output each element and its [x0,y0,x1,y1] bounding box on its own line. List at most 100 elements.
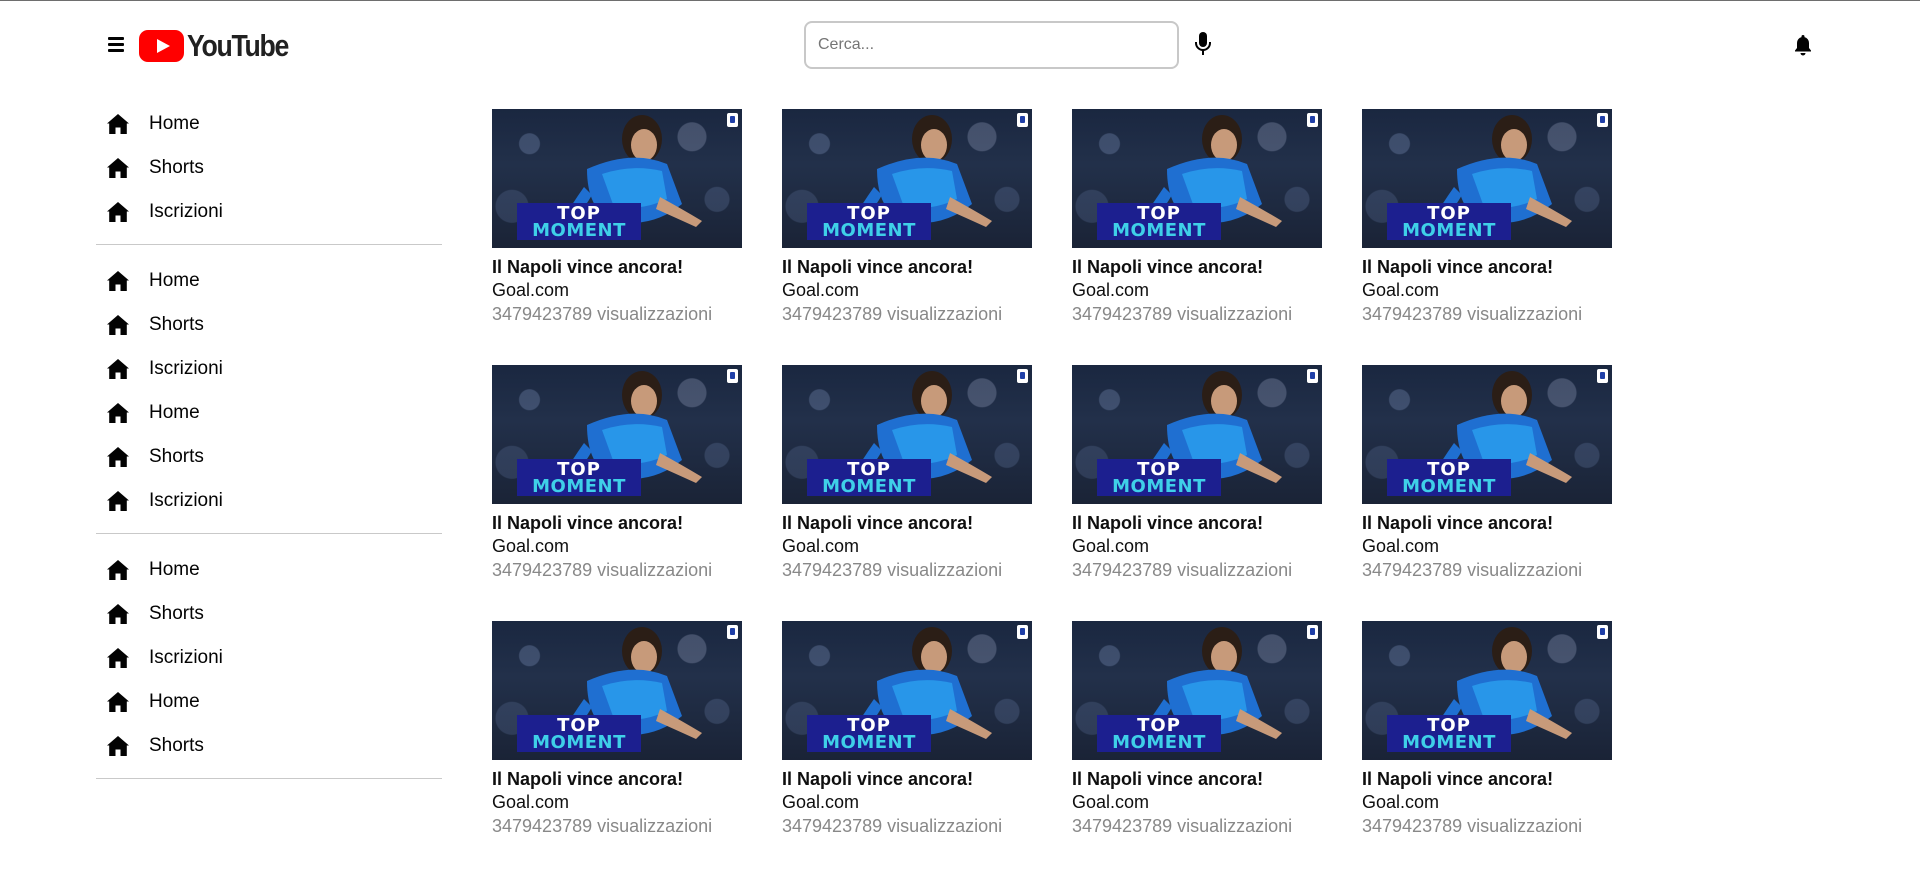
video-thumbnail[interactable]: TOP MOMENT [1362,365,1612,504]
video-card[interactable]: TOP MOMENT Il Napoli vince ancora! Goal.… [1362,109,1612,324]
sidebar-item-iscrizioni[interactable]: Iscrizioni [96,479,442,523]
video-card[interactable]: TOP MOMENT Il Napoli vince ancora! Goal.… [1362,621,1612,836]
home-icon [107,271,129,291]
video-title[interactable]: Il Napoli vince ancora! [782,512,1032,534]
video-thumbnail[interactable]: TOP MOMENT [1362,109,1612,248]
channel-name[interactable]: Goal.com [1362,534,1612,558]
channel-name[interactable]: Goal.com [1362,278,1612,302]
sidebar-item-shorts[interactable]: Shorts [96,303,442,347]
video-title[interactable]: Il Napoli vince ancora! [1072,256,1322,278]
sidebar-item-shorts[interactable]: Shorts [96,592,442,636]
microphone-icon[interactable] [1193,31,1213,57]
top-moment-badge: TOP MOMENT [517,203,641,240]
view-count: 3479423789 visualizzazioni [782,816,1003,836]
home-icon [107,359,129,379]
channel-name[interactable]: Goal.com [1072,278,1322,302]
video-title[interactable]: Il Napoli vince ancora! [1072,512,1322,534]
top-moment-badge: TOP MOMENT [807,715,931,752]
sidebar-item-home[interactable]: Home [96,259,442,303]
sidebar-item-iscrizioni[interactable]: Iscrizioni [96,636,442,680]
channel-name[interactable]: Goal.com [1362,790,1612,814]
video-thumbnail[interactable]: TOP MOMENT [1072,109,1322,248]
video-title[interactable]: Il Napoli vince ancora! [782,256,1032,278]
sidebar-item-label: Shorts [149,603,204,624]
sidebar-item-shorts[interactable]: Shorts [96,435,442,479]
video-thumbnail[interactable]: TOP MOMENT [492,621,742,760]
sidebar-item-home[interactable]: Home [96,680,442,724]
video-title[interactable]: Il Napoli vince ancora! [1072,768,1322,790]
sidebar-item-home[interactable]: Home [96,102,442,146]
video-title[interactable]: Il Napoli vince ancora! [1362,768,1612,790]
channel-name[interactable]: Goal.com [782,534,1032,558]
league-logo-icon [1597,369,1608,383]
video-card[interactable]: TOP MOMENT Il Napoli vince ancora! Goal.… [1072,365,1322,580]
view-count: 3479423789 visualizzazioni [1362,304,1583,324]
video-card[interactable]: TOP MOMENT Il Napoli vince ancora! Goal.… [492,365,742,580]
video-title[interactable]: Il Napoli vince ancora! [782,768,1032,790]
home-icon [107,560,129,580]
video-card[interactable]: TOP MOMENT Il Napoli vince ancora! Goal.… [1072,109,1322,324]
sidebar-item-label: Iscrizioni [149,647,223,668]
video-card[interactable]: TOP MOMENT Il Napoli vince ancora! Goal.… [492,109,742,324]
top-moment-badge: TOP MOMENT [1097,459,1221,496]
video-card[interactable]: TOP MOMENT Il Napoli vince ancora! Goal.… [492,621,742,836]
badge-bottom-text: MOMENT [1402,476,1496,497]
channel-name[interactable]: Goal.com [492,278,742,302]
sidebar-section: Home Shorts Iscrizioni Home Shorts [96,534,442,779]
video-thumbnail[interactable]: TOP MOMENT [1362,621,1612,760]
video-title[interactable]: Il Napoli vince ancora! [1362,512,1612,534]
home-icon [107,315,129,335]
home-icon [107,114,129,134]
badge-bottom-text: MOMENT [1112,220,1206,241]
video-card[interactable]: TOP MOMENT Il Napoli vince ancora! Goal.… [782,109,1032,324]
sidebar-item-label: Home [149,113,200,134]
sidebar-item-home[interactable]: Home [96,391,442,435]
sidebar-item-home[interactable]: Home [96,548,442,592]
video-thumbnail[interactable]: TOP MOMENT [782,621,1032,760]
video-thumbnail[interactable]: TOP MOMENT [782,365,1032,504]
sidebar-item-iscrizioni[interactable]: Iscrizioni [96,190,442,234]
search-input[interactable] [804,21,1179,69]
sidebar-section: Home Shorts Iscrizioni Home Shorts Iscrizioni [96,245,442,534]
video-thumbnail[interactable]: TOP MOMENT [1072,621,1322,760]
hamburger-menu-icon[interactable] [106,34,128,56]
league-logo-icon [1307,113,1318,127]
channel-name[interactable]: Goal.com [782,278,1032,302]
sidebar-item-iscrizioni[interactable]: Iscrizioni [96,347,442,391]
sidebar-item-shorts[interactable]: Shorts [96,146,442,190]
video-thumbnail[interactable]: TOP MOMENT [782,109,1032,248]
video-thumbnail[interactable]: TOP MOMENT [1072,365,1322,504]
video-card[interactable]: TOP MOMENT Il Napoli vince ancora! Goal.… [1362,365,1612,580]
youtube-logo[interactable]: YouTube [139,28,305,63]
top-moment-badge: TOP MOMENT [1387,715,1511,752]
view-count: 3479423789 visualizzazioni [1072,816,1293,836]
badge-bottom-text: MOMENT [822,732,916,753]
video-title[interactable]: Il Napoli vince ancora! [492,768,742,790]
home-icon [107,736,129,756]
video-card[interactable]: TOP MOMENT Il Napoli vince ancora! Goal.… [782,621,1032,836]
channel-name[interactable]: Goal.com [782,790,1032,814]
video-card[interactable]: TOP MOMENT Il Napoli vince ancora! Goal.… [782,365,1032,580]
league-logo-icon [1307,369,1318,383]
channel-name[interactable]: Goal.com [1072,534,1322,558]
sidebar-item-label: Shorts [149,314,204,335]
video-thumbnail[interactable]: TOP MOMENT [492,109,742,248]
video-title[interactable]: Il Napoli vince ancora! [492,256,742,278]
sidebar-item-shorts[interactable]: Shorts [96,724,442,768]
home-icon [107,158,129,178]
channel-name[interactable]: Goal.com [492,790,742,814]
bell-icon[interactable] [1792,33,1814,57]
video-title[interactable]: Il Napoli vince ancora! [1362,256,1612,278]
youtube-play-icon [139,30,184,62]
sidebar-item-label: Shorts [149,735,204,756]
view-count: 3479423789 visualizzazioni [782,304,1003,324]
video-grid: TOP MOMENT Il Napoli vince ancora! Goal.… [492,109,1612,836]
video-card[interactable]: TOP MOMENT Il Napoli vince ancora! Goal.… [1072,621,1322,836]
channel-name[interactable]: Goal.com [1072,790,1322,814]
video-thumbnail[interactable]: TOP MOMENT [492,365,742,504]
masthead: YouTube [0,1,1920,87]
video-title[interactable]: Il Napoli vince ancora! [492,512,742,534]
top-moment-badge: TOP MOMENT [807,203,931,240]
channel-name[interactable]: Goal.com [492,534,742,558]
home-icon [107,491,129,511]
